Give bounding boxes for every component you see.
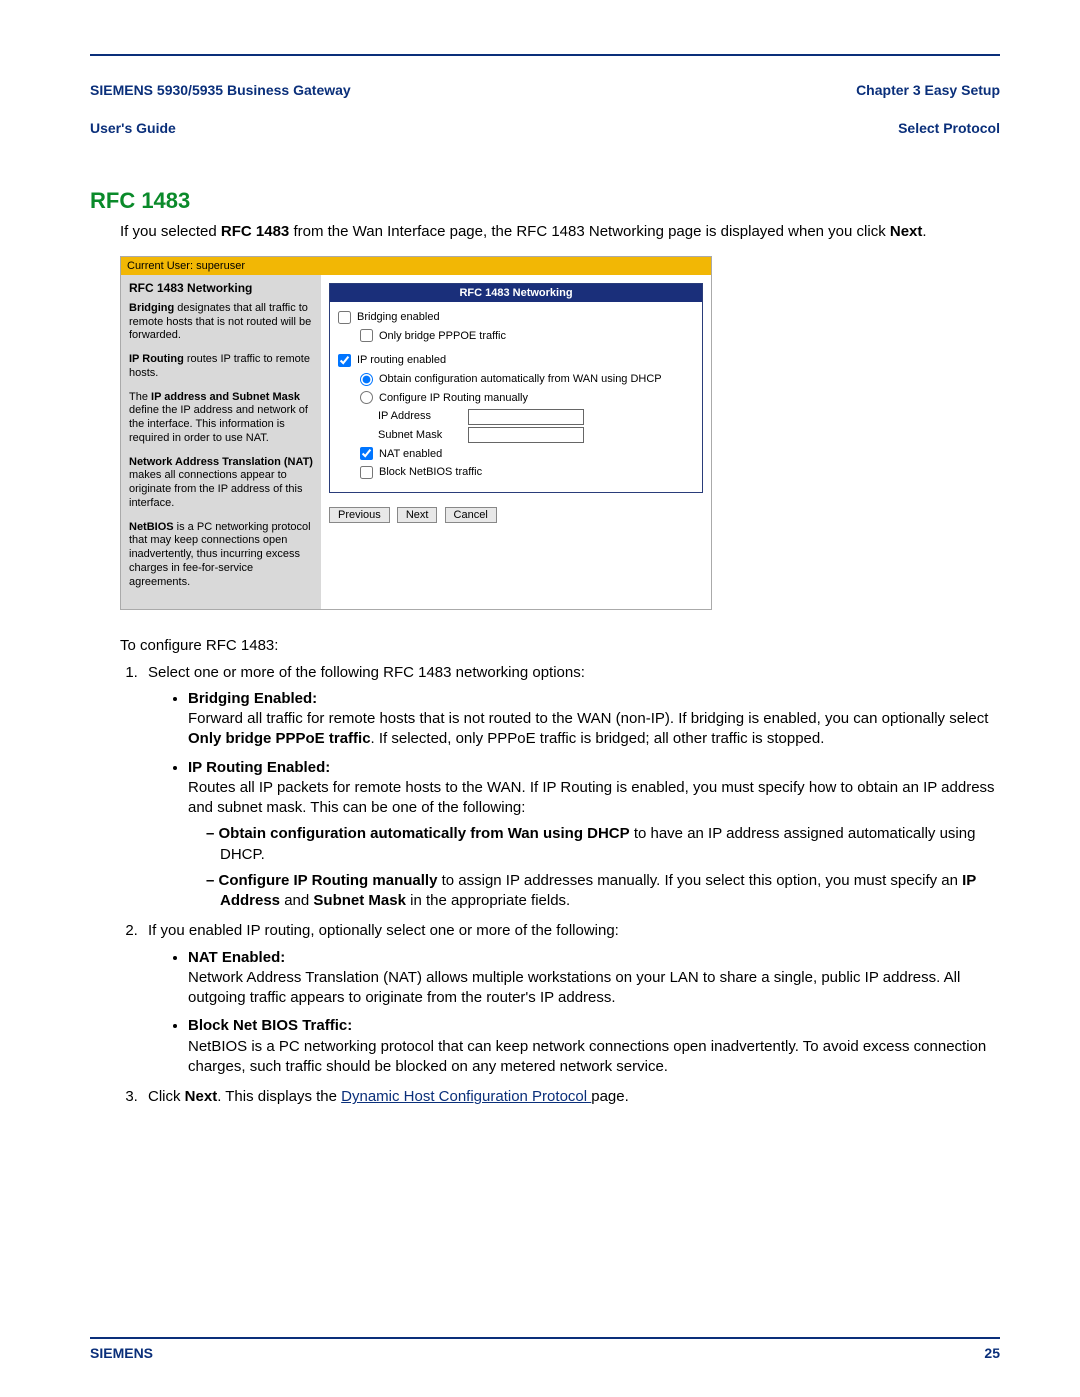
dash-obtain: Obtain configuration automatically from … — [206, 824, 1000, 865]
step-1: Select one or more of the following RFC … — [142, 663, 1000, 912]
obtain-dhcp-label: Obtain configuration automatically from … — [379, 370, 662, 389]
iprouting-checkbox[interactable] — [338, 354, 351, 367]
step-2: If you enabled IP routing, optionally se… — [142, 921, 1000, 1077]
iprouting-label: IP routing enabled — [357, 351, 446, 370]
obtain-dhcp-radio[interactable] — [360, 373, 373, 386]
body-text: To configure RFC 1483: Select one or mor… — [90, 636, 1000, 1107]
cancel-button[interactable]: Cancel — [445, 507, 497, 523]
previous-button[interactable]: Previous — [329, 507, 390, 523]
next-button[interactable]: Next — [397, 507, 438, 523]
dash-manual: Configure IP Routing manually to assign … — [206, 871, 1000, 912]
rfc1483-panel: RFC 1483 Networking Bridging enabled Onl… — [329, 283, 703, 493]
only-pppoe-label: Only bridge PPPOE traffic — [379, 327, 506, 346]
only-pppoe-checkbox[interactable] — [360, 329, 373, 342]
bullet-nat: NAT Enabled: Network Address Translation… — [188, 948, 1000, 1009]
current-user-bar: Current User: superuser — [121, 257, 711, 275]
ipaddress-label: IP Address — [378, 407, 468, 426]
footer-rule — [90, 1337, 1000, 1339]
panel-title: RFC 1483 Networking — [330, 284, 702, 302]
bullet-netbios: Block Net BIOS Traffic: NetBIOS is a PC … — [188, 1016, 1000, 1077]
header-left-1: SIEMENS 5930/5935 Business Gateway — [90, 82, 351, 98]
nat-label: NAT enabled — [379, 445, 442, 464]
help-sidebar: RFC 1483 Networking Bridging designates … — [121, 275, 321, 610]
bullet-iprouting: IP Routing Enabled: Routes all IP packet… — [188, 758, 1000, 912]
subnet-input[interactable] — [468, 427, 584, 443]
configure-lead: To configure RFC 1483: — [120, 636, 1000, 656]
dhcp-link[interactable]: Dynamic Host Configuration Protocol — [341, 1088, 591, 1105]
header-right-1: Chapter 3 Easy Setup — [856, 82, 1000, 98]
configure-manual-label: Configure IP Routing manually — [379, 389, 528, 408]
block-netbios-checkbox[interactable] — [360, 466, 373, 479]
block-netbios-label: Block NetBIOS traffic — [379, 463, 482, 482]
page-footer: SIEMENS 25 — [90, 1345, 1000, 1361]
bridging-label: Bridging enabled — [357, 308, 440, 327]
nat-checkbox[interactable] — [360, 447, 373, 460]
step-3: Click Next. This displays the Dynamic Ho… — [142, 1087, 1000, 1107]
intro-paragraph: If you selected RFC 1483 from the Wan In… — [90, 222, 1000, 242]
section-title: RFC 1483 — [90, 188, 1000, 214]
configure-manual-radio[interactable] — [360, 391, 373, 404]
footer-brand: SIEMENS — [90, 1345, 153, 1361]
subnet-label: Subnet Mask — [378, 426, 468, 445]
header-rule — [90, 54, 1000, 56]
header-left-2: User's Guide — [90, 120, 176, 136]
screenshot-rfc1483: Current User: superuser RFC 1483 Network… — [120, 256, 712, 611]
footer-page-number: 25 — [984, 1345, 1000, 1361]
page-header: SIEMENS 5930/5935 Business Gateway User'… — [90, 62, 1000, 138]
bullet-bridging: Bridging Enabled: Forward all traffic fo… — [188, 689, 1000, 750]
ipaddress-input[interactable] — [468, 409, 584, 425]
header-right-2: Select Protocol — [898, 120, 1000, 136]
sidebar-title: RFC 1483 Networking — [129, 281, 313, 296]
bridging-checkbox[interactable] — [338, 311, 351, 324]
